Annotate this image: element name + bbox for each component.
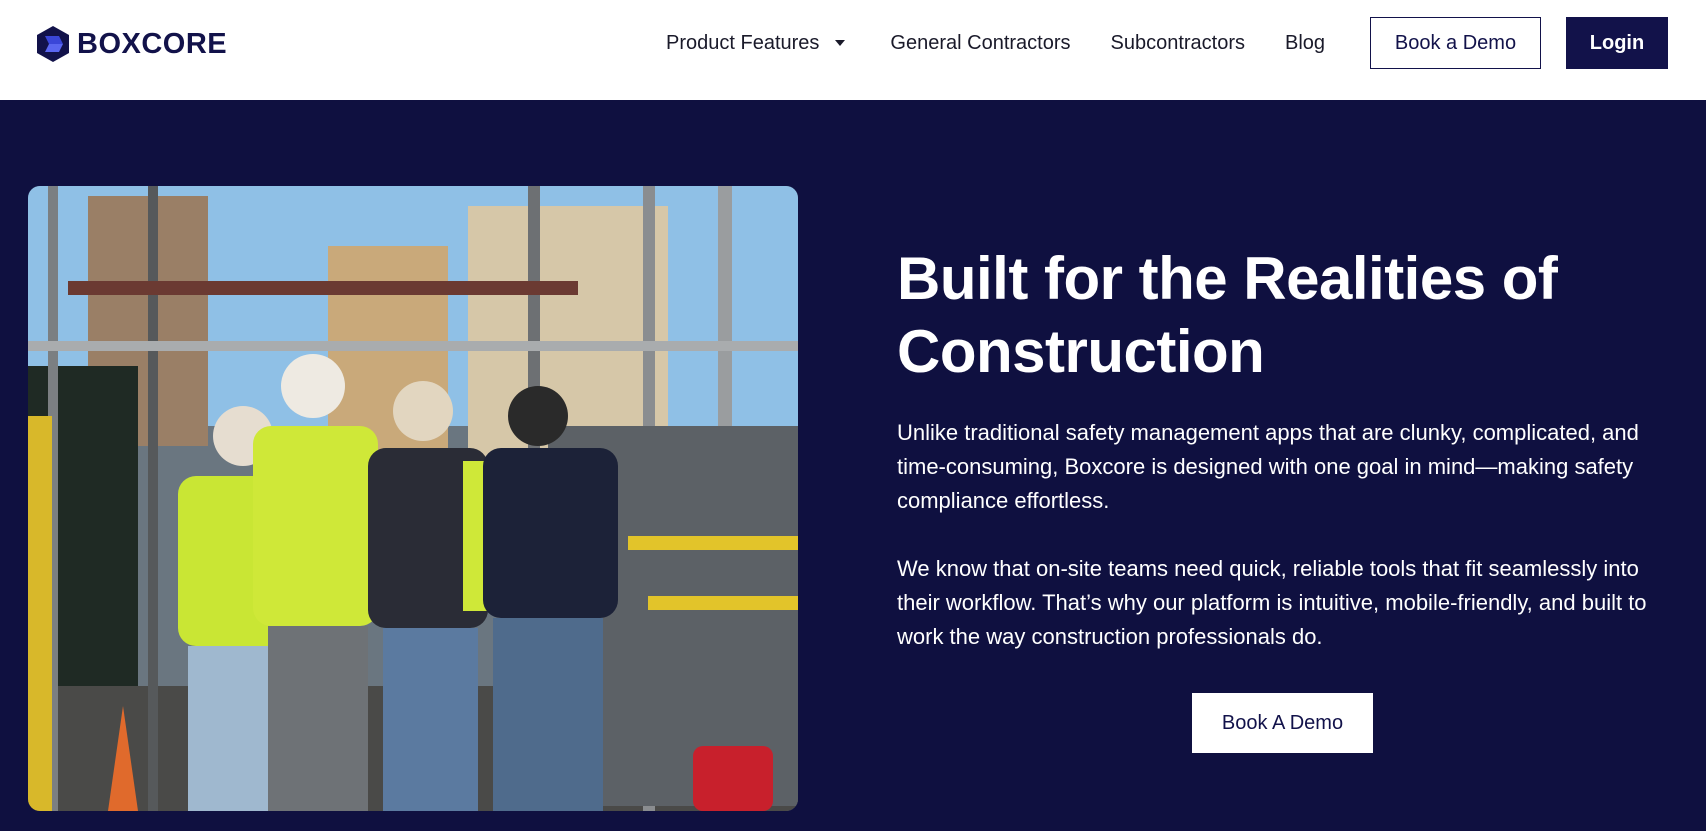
team-photo — [28, 186, 798, 811]
logo[interactable]: BOXCORE — [33, 24, 227, 64]
site-header: BOXCORE Product Features General Contrac… — [0, 0, 1706, 100]
nav-subcontractors[interactable]: Subcontractors — [1111, 32, 1246, 55]
hero-book-demo-button[interactable]: Book A Demo — [1192, 693, 1373, 753]
main-nav: Product Features General Contractors Sub… — [666, 0, 1325, 86]
nav-product-features-label: Product Features — [666, 31, 820, 54]
brand-name: BOXCORE — [77, 27, 228, 60]
caret-down-icon — [835, 40, 846, 46]
nav-blog[interactable]: Blog — [1285, 32, 1325, 55]
hero-title: Built for the Realities of Construction — [897, 245, 1558, 385]
nav-product-features[interactable]: Product Features — [666, 32, 847, 55]
hexagon-logo-icon — [37, 26, 69, 62]
book-demo-button[interactable]: Book a Demo — [1370, 17, 1541, 69]
hero-paragraph-1: Unlike traditional safety management app… — [897, 420, 1639, 513]
hero-paragraph-2: We know that on-site teams need quick, r… — [897, 556, 1647, 649]
login-button[interactable]: Login — [1566, 17, 1668, 69]
nav-general-contractors[interactable]: General Contractors — [890, 32, 1070, 55]
